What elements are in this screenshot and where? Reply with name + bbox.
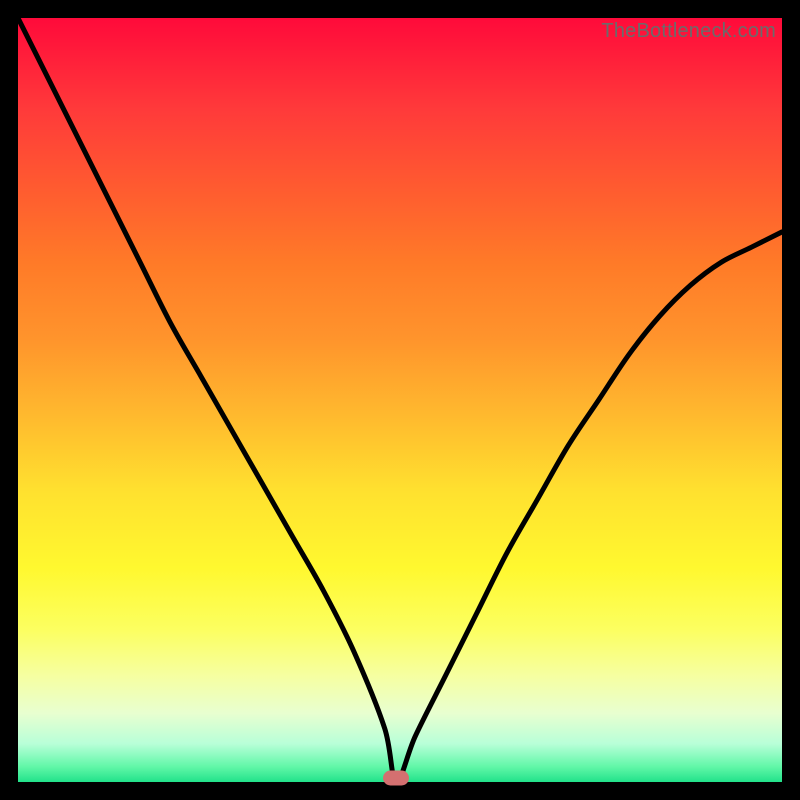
minimum-marker xyxy=(383,771,409,786)
bottleneck-curve xyxy=(18,18,782,782)
chart-frame: TheBottleneck.com xyxy=(18,18,782,782)
watermark-text: TheBottleneck.com xyxy=(601,20,776,43)
plot-area xyxy=(18,18,782,782)
